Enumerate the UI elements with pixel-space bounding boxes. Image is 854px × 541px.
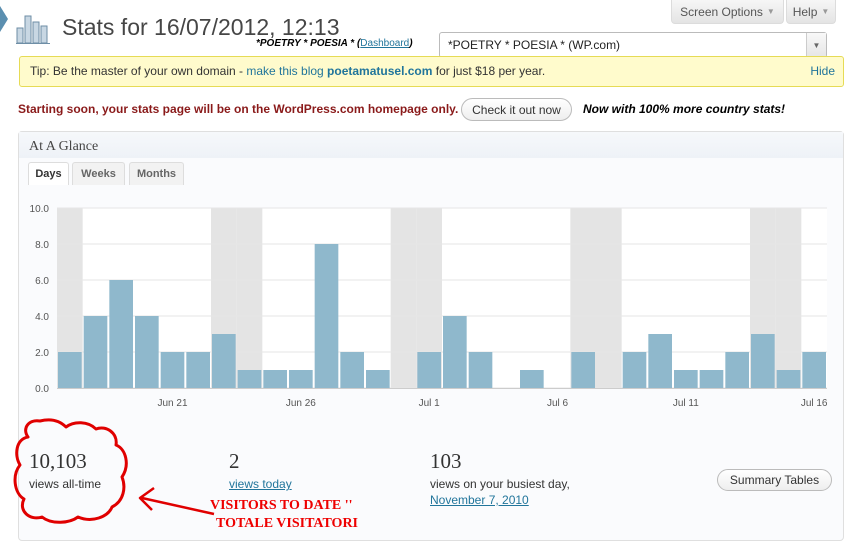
bar [314, 244, 339, 388]
y-tick-label: 0.0 [35, 384, 49, 395]
hand-drawn-arrow-icon [138, 486, 215, 516]
bar [135, 316, 159, 388]
bar [674, 370, 698, 388]
x-tick-label: Jun 21 [157, 398, 187, 409]
blog-select[interactable]: *POETRY * POESIA * (WP.com) ▼ [439, 32, 827, 58]
screen-options-label: Screen Options [680, 4, 763, 19]
x-tick-label: Jun 26 [286, 398, 316, 409]
blog-name: *POETRY * POESIA * (Dashboard) [256, 38, 413, 49]
bar [802, 352, 826, 388]
tip-suffix: for just $18 per year. [432, 64, 546, 78]
today-value: 2 [229, 449, 240, 473]
domain-link[interactable]: poetamatusel.com [327, 64, 432, 78]
collapse-arrow-icon [0, 6, 8, 32]
bar [417, 352, 441, 388]
stats-chart-icon [16, 15, 50, 44]
summary-tables-button[interactable]: Summary Tables [717, 469, 832, 491]
tip-banner: Tip: Be the master of your own domain - … [19, 56, 844, 87]
weekend-band [596, 208, 622, 388]
bar [263, 370, 287, 388]
bar [699, 370, 724, 388]
bar [237, 370, 262, 388]
bar [83, 316, 108, 388]
x-tick-label: Jul 11 [673, 398, 699, 409]
y-tick-label: 6.0 [35, 276, 49, 287]
annotation-line-2: TOTALE VISITATORI [216, 516, 359, 531]
bar [468, 352, 493, 388]
chevron-down-icon: ▼ [821, 7, 830, 16]
daily-views-chart: 10.0 8.0 6.0 4.0 2.0 0.0 Jun 21 Jun 26 Jul 1 Jul … [30, 204, 828, 409]
page-title: Stats for 16/07/2012, 12:13 [62, 14, 340, 40]
bar [648, 334, 672, 388]
panel-header [19, 132, 843, 158]
bar [212, 334, 236, 388]
busiest-value: 103 [430, 449, 462, 473]
bar [751, 334, 775, 388]
help-button[interactable]: Help ▼ [786, 0, 836, 24]
bar [776, 370, 801, 388]
annotation-line-1: VISITORS TO DATE '' [210, 498, 353, 513]
tab-weeks[interactable]: Weeks [72, 162, 125, 185]
busiest-stat: 103 views on your busiest day, November … [430, 449, 570, 507]
make-blog-link[interactable]: make this blog [246, 64, 323, 78]
tab-months[interactable]: Months [129, 162, 184, 185]
hide-tip-link[interactable]: Hide [810, 64, 835, 78]
chevron-down-icon: ▼ [766, 7, 775, 16]
bar [443, 316, 467, 388]
busiest-date-link[interactable]: November 7, 2010 [430, 493, 570, 507]
bar [58, 352, 82, 388]
x-tick-label: Jul 1 [419, 398, 441, 409]
bar [725, 352, 749, 388]
weekend-band [390, 208, 417, 388]
x-tick-label: Jul 6 [547, 398, 569, 409]
weekend-band [775, 208, 802, 388]
check-it-out-button[interactable]: Check it out now [461, 98, 572, 121]
bar [160, 352, 185, 388]
weekend-band [236, 208, 263, 388]
bar [366, 370, 390, 388]
blog-name-text: *POETRY * POESIA * [256, 38, 355, 49]
bar [340, 352, 364, 388]
today-stat: 2 views today [229, 449, 292, 491]
bar [571, 352, 595, 388]
y-tick-label: 8.0 [35, 240, 49, 251]
y-tick-label: 2.0 [35, 348, 49, 359]
x-tick-label: Jul 16 [801, 398, 828, 409]
panel-title: At A Glance [29, 139, 99, 154]
y-tick-label: 4.0 [35, 312, 49, 323]
bar [109, 280, 133, 388]
homepage-notice: Starting soon, your stats page will be o… [18, 102, 459, 116]
blog-select-value: *POETRY * POESIA * (WP.com) [448, 38, 621, 52]
bar [289, 370, 313, 388]
bar [520, 370, 544, 388]
views-today-link[interactable]: views today [229, 477, 292, 491]
dashboard-link[interactable]: Dashboard [360, 38, 409, 49]
y-tick-label: 10.0 [30, 204, 50, 215]
screen-options-button[interactable]: Screen Options ▼ [671, 0, 784, 24]
help-label: Help [792, 4, 818, 19]
tab-days[interactable]: Days [28, 162, 69, 185]
tip-prefix: Tip: Be the master of your own domain - [30, 64, 247, 78]
busiest-label: views on your busiest day, [430, 477, 570, 491]
country-stats-note: Now with 100% more country stats! [583, 102, 786, 116]
bar [622, 352, 647, 388]
bar [186, 352, 210, 388]
select-arrow-icon[interactable]: ▼ [806, 33, 826, 57]
